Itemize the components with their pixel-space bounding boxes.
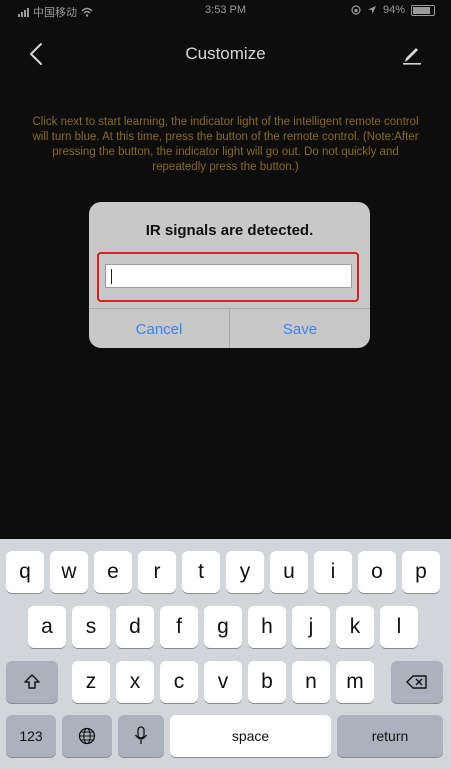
- save-button[interactable]: Save: [230, 309, 370, 348]
- key-i[interactable]: i: [314, 551, 352, 593]
- lock-rotation-icon: [351, 5, 361, 15]
- key-t[interactable]: t: [182, 551, 220, 593]
- location-icon: [367, 6, 376, 14]
- backspace-icon: [406, 675, 427, 689]
- key-k[interactable]: k: [336, 606, 374, 648]
- shift-arrow-icon: [24, 674, 40, 689]
- key-y[interactable]: y: [226, 551, 264, 593]
- globe-icon: [78, 727, 96, 745]
- key-d[interactable]: d: [116, 606, 154, 648]
- key-r[interactable]: r: [138, 551, 176, 593]
- learning-instructions: Click next to start learning, the indica…: [32, 116, 419, 173]
- page-title: Customize: [185, 44, 266, 63]
- button-name-input[interactable]: [105, 264, 352, 288]
- nav-bar: Customize: [0, 34, 451, 74]
- key-q[interactable]: q: [6, 551, 44, 593]
- dictation-key[interactable]: [118, 715, 164, 757]
- key-f[interactable]: f: [160, 606, 198, 648]
- edit-pencil-icon[interactable]: [399, 42, 423, 66]
- key-z[interactable]: z: [72, 661, 110, 703]
- key-a[interactable]: a: [28, 606, 66, 648]
- key-u[interactable]: u: [270, 551, 308, 593]
- dialog-title: IR signals are detected.: [145, 222, 314, 239]
- key-s[interactable]: s: [72, 606, 110, 648]
- battery-percent: 94%: [382, 4, 405, 16]
- battery-icon: [411, 4, 435, 16]
- space-key[interactable]: space: [170, 715, 331, 757]
- key-e[interactable]: e: [94, 551, 132, 593]
- key-b[interactable]: b: [248, 661, 286, 703]
- phone-screen: 中国移动 3:53 PM 94% Customize Click next to…: [0, 0, 451, 769]
- key-c[interactable]: c: [160, 661, 198, 703]
- cancel-button[interactable]: Cancel: [89, 309, 229, 348]
- numbers-key[interactable]: 123: [6, 715, 56, 757]
- key-o[interactable]: o: [358, 551, 396, 593]
- key-v[interactable]: v: [204, 661, 242, 703]
- globe-key[interactable]: [62, 715, 112, 757]
- dialog-actions: Cancel Save: [89, 308, 370, 348]
- text-caret: [111, 269, 112, 284]
- key-j[interactable]: j: [292, 606, 330, 648]
- key-w[interactable]: w: [50, 551, 88, 593]
- keyboard: q w e r t y u i o p a s d f g h j k l z …: [0, 539, 451, 769]
- key-p[interactable]: p: [402, 551, 440, 593]
- key-h[interactable]: h: [248, 606, 286, 648]
- ir-detected-dialog: IR signals are detected. Cancel Save: [89, 202, 370, 348]
- key-x[interactable]: x: [116, 661, 154, 703]
- microphone-icon: [134, 726, 148, 744]
- return-key[interactable]: return: [337, 715, 443, 757]
- key-g[interactable]: g: [204, 606, 242, 648]
- shift-key[interactable]: [6, 661, 58, 703]
- key-n[interactable]: n: [292, 661, 330, 703]
- key-l[interactable]: l: [380, 606, 418, 648]
- key-m[interactable]: m: [336, 661, 374, 703]
- status-bar: 中国移动 3:53 PM 94%: [0, 0, 451, 22]
- delete-key[interactable]: [391, 661, 443, 703]
